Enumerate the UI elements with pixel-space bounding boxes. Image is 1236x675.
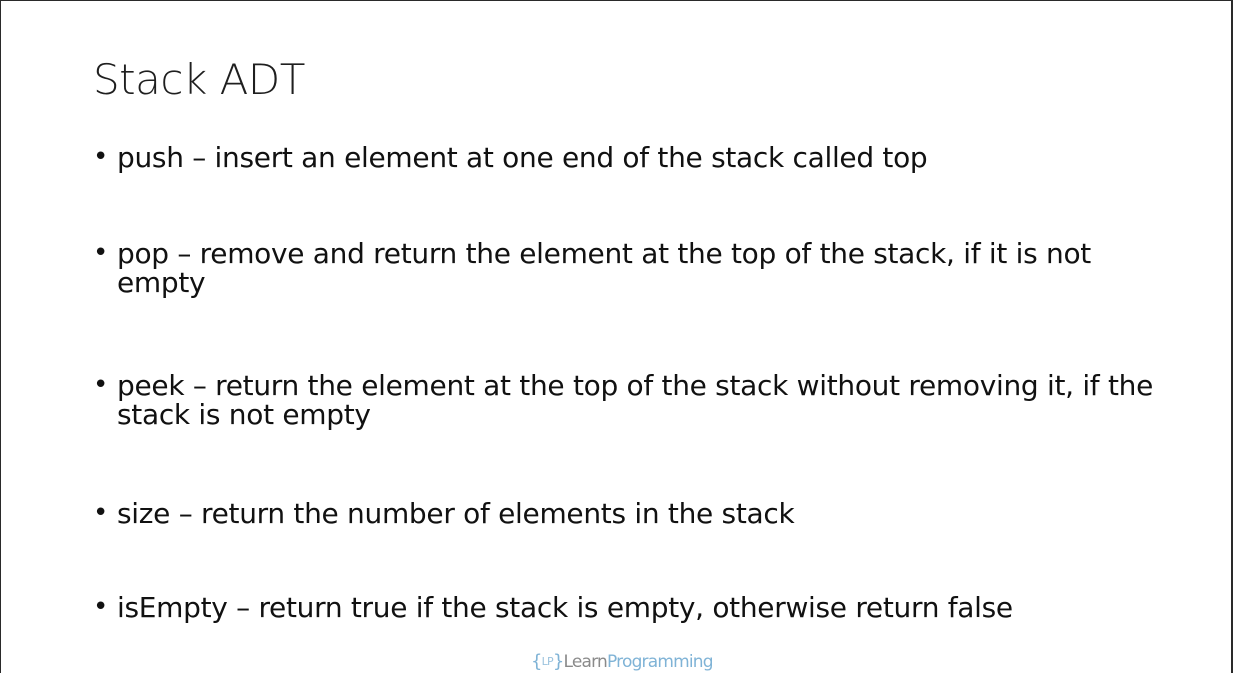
bullet-item-size: • size – return the number of elements i… [93,497,1183,530]
bullet-icon: • [93,370,109,400]
logo-initials: LP [541,655,554,668]
bullet-icon: • [93,238,109,268]
bullet-text: size – return the number of elements in … [117,497,795,530]
bullet-item-push: • push – insert an element at one end of… [93,141,1183,174]
learnprogramming-logo: {LP}LearnProgramming [531,651,714,673]
bullet-icon: • [93,142,109,172]
bullet-item-isempty: • isEmpty – return true if the stack is … [93,591,1183,624]
bullet-text: peek – return the element at the top of … [117,369,1154,431]
bullet-icon: • [93,592,109,622]
bullet-text: push – insert an element at one end of t… [117,141,928,174]
bullet-item-pop: • pop – remove and return the element at… [93,237,1133,299]
bullet-text: pop – remove and return the element at t… [117,237,1091,299]
bullet-item-peek: • peek – return the element at the top o… [93,369,1183,431]
bullet-text: isEmpty – return true if the stack is em… [117,591,1013,624]
slide-title: Stack ADT [93,55,305,104]
bullet-icon: • [93,498,109,528]
logo-close-brace: } [552,651,564,672]
slide: Stack ADT • push – insert an element at … [0,0,1233,673]
logo-learn-text: Learn [563,652,607,672]
logo-open-brace: { [531,651,542,672]
logo-programming-text: Programming [607,652,714,672]
